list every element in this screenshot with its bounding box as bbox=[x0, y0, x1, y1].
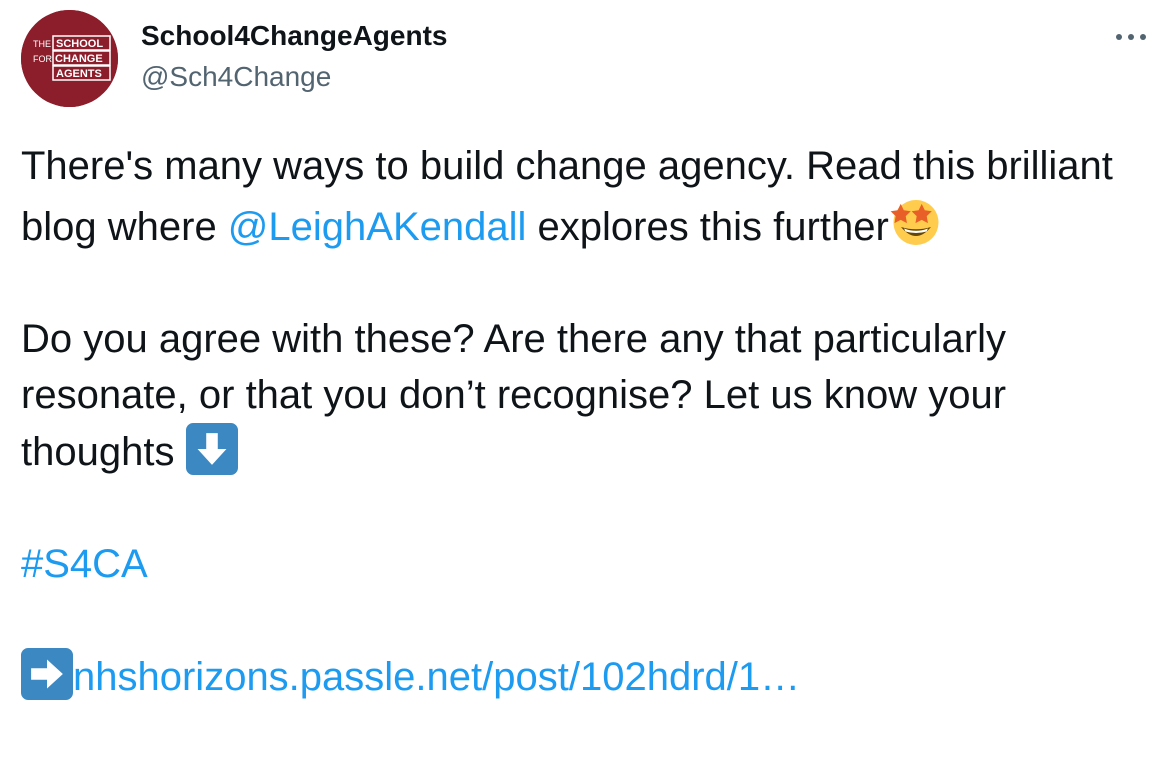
author-display-name[interactable]: School4ChangeAgents bbox=[141, 18, 447, 54]
svg-text:CHANGE: CHANGE bbox=[55, 53, 103, 65]
tweet-text: There's many ways to build change agency… bbox=[21, 138, 1146, 705]
avatar[interactable]: THE SCHOOL FOR CHANGE AGENTS bbox=[21, 10, 118, 107]
url-link[interactable]: nhshorizons.passle.net/post/102hdrd/1… bbox=[73, 655, 800, 699]
svg-text:SCHOOL: SCHOOL bbox=[56, 38, 103, 50]
school-for-change-agents-logo: THE SCHOOL FOR CHANGE AGENTS bbox=[21, 10, 118, 107]
down-arrow-emoji-icon bbox=[185, 423, 238, 475]
tweet-paragraph-1: There's many ways to build change agency… bbox=[21, 138, 1146, 255]
tweet-text-segment: explores this further bbox=[526, 205, 889, 249]
tweet-paragraph-4: nhshorizons.passle.net/post/102hdrd/1… bbox=[21, 648, 1146, 705]
tweet-paragraph-2: Do you agree with these? Are there any t… bbox=[21, 311, 1146, 480]
svg-text:AGENTS: AGENTS bbox=[56, 68, 102, 80]
tweet-paragraph-3: #S4CA bbox=[21, 536, 1146, 592]
more-options-icon[interactable] bbox=[1114, 26, 1148, 46]
star-struck-emoji-icon bbox=[890, 200, 939, 245]
svg-text:FOR: FOR bbox=[33, 54, 52, 64]
hashtag-link[interactable]: #S4CA bbox=[21, 542, 148, 586]
author-handle[interactable]: @Sch4Change bbox=[141, 59, 331, 95]
right-arrow-emoji-icon bbox=[21, 648, 73, 700]
svg-text:THE: THE bbox=[33, 39, 51, 49]
mention-link[interactable]: @LeighAKendall bbox=[228, 205, 527, 249]
tweet-text-segment: Do you agree with these? Are there any t… bbox=[21, 317, 1007, 474]
